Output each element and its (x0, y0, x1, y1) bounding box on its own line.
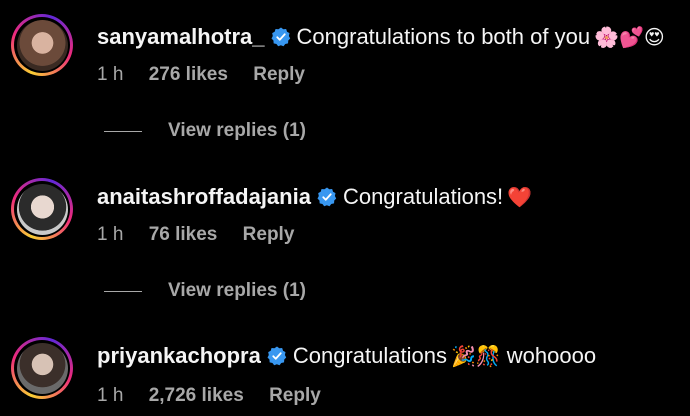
comment-text: Congratulations to both of you (296, 24, 591, 49)
avatar-story-ring[interactable] (11, 178, 73, 240)
username[interactable]: anaitashroffadajania (97, 184, 311, 210)
verified-badge-icon (267, 346, 287, 366)
likes-count[interactable]: 276 likes (149, 64, 228, 86)
comment-meta: 1 h 2,726 likes Reply (97, 385, 321, 407)
verified-badge-icon (317, 187, 337, 207)
username[interactable]: sanyamalhotra_ (97, 24, 265, 50)
emoji-flower-hearts-icon: 🌸💕😍 (594, 25, 665, 49)
avatar-story-ring[interactable] (11, 337, 73, 399)
avatar (16, 342, 68, 394)
avatar (16, 183, 68, 235)
comment-header: anaitashroffadajania Congratulations! ❤️ (97, 184, 532, 210)
view-replies-label: View replies (1) (168, 280, 306, 301)
timestamp: 1 h (97, 64, 124, 85)
verified-badge-icon (271, 27, 290, 47)
comment-text-suffix: wohoooo (506, 343, 597, 368)
avatar-story-ring[interactable] (11, 14, 73, 76)
view-replies-divider (104, 290, 142, 292)
party-popper-icon: 🎉🎊 (450, 344, 501, 368)
username[interactable]: priyankachopra (97, 343, 261, 369)
comment-header: sanyamalhotra_ Congratulations to both o… (97, 24, 665, 50)
heart-emoji-icon: ❤️ (507, 185, 533, 209)
comment-meta: 1 h 76 likes Reply (97, 224, 294, 246)
view-replies-button[interactable]: View replies (1) (104, 280, 306, 302)
view-replies-label: View replies (1) (168, 120, 306, 141)
likes-count[interactable]: 76 likes (149, 224, 218, 246)
timestamp: 1 h (97, 385, 124, 406)
reply-button[interactable]: Reply (253, 64, 305, 86)
view-replies-divider (104, 130, 142, 132)
reply-button[interactable]: Reply (243, 224, 295, 246)
view-replies-button[interactable]: View replies (1) (104, 120, 306, 142)
comment-text: Congratulations (292, 343, 447, 368)
comment-header: priyankachopra Congratulations 🎉🎊 wohooo… (97, 343, 596, 369)
comment-text: Congratulations! (342, 184, 504, 209)
timestamp: 1 h (97, 224, 124, 245)
likes-count[interactable]: 2,726 likes (149, 385, 244, 407)
comment-meta: 1 h 276 likes Reply (97, 64, 305, 86)
reply-button[interactable]: Reply (269, 385, 321, 407)
avatar (16, 19, 68, 71)
